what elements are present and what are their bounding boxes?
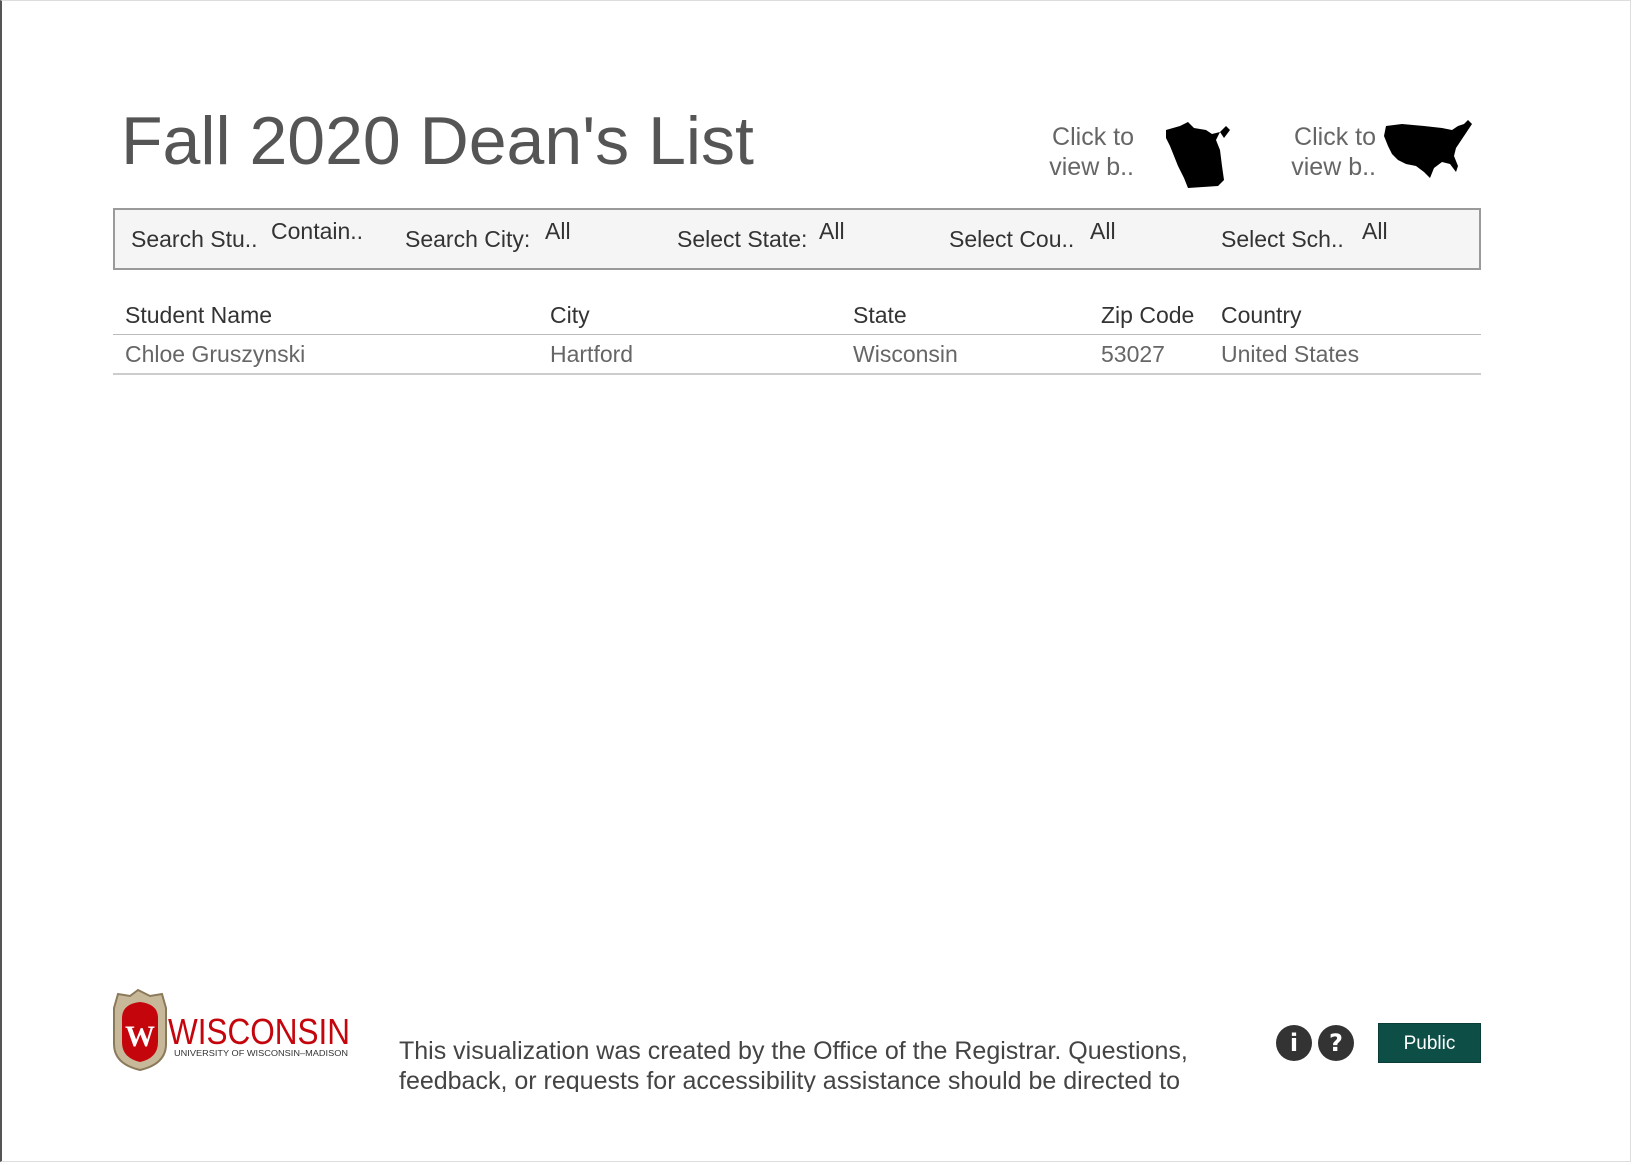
svg-text:W: W [125, 1020, 155, 1053]
filter-city-value[interactable]: All [545, 218, 571, 245]
filter-country-value[interactable]: All [1090, 218, 1116, 245]
column-header-country[interactable]: Country [1221, 300, 1302, 330]
view-by-usa-button[interactable]: Click to view b.. [1262, 116, 1476, 196]
filter-school-label: Select Sch.. [1221, 226, 1344, 252]
filter-country-label: Select Cou.. [949, 226, 1075, 252]
page-title: Fall 2020 Dean's List [121, 103, 754, 179]
cell-student-name: Chloe Gruszynski [125, 341, 306, 367]
filter-state-value[interactable]: All [819, 218, 845, 245]
column-header-city[interactable]: City [550, 300, 590, 330]
svg-text:UNIVERSITY OF WISCONSIN–MADISO: UNIVERSITY OF WISCONSIN–MADISON [174, 1049, 348, 1058]
table-row[interactable]: Chloe Gruszynski Hartford Wisconsin 5302… [113, 335, 1481, 375]
cell-city: Hartford [550, 341, 634, 367]
column-header-state[interactable]: State [853, 300, 907, 330]
public-button[interactable]: Public [1378, 1023, 1481, 1063]
view-by-wisconsin-label: Click to view b.. [1049, 123, 1134, 181]
filter-student-search[interactable]: Search Stu.. Contain.. [131, 210, 381, 268]
deans-list-table: Student Name City State Zip Code Country… [113, 298, 1481, 375]
help-icon[interactable]: ? [1318, 1025, 1354, 1061]
uw-crest-icon: W WISCONSIN UNIVERSITY OF WISCONSIN–MADI… [113, 988, 350, 1072]
footer-note: This visualization was created by the Of… [399, 1037, 1188, 1092]
filter-city-label: Search City: [405, 226, 531, 252]
uw-madison-logo: W WISCONSIN UNIVERSITY OF WISCONSIN–MADI… [110, 988, 360, 1072]
filter-bar: Search Stu.. Contain.. Search City: All … [113, 208, 1481, 270]
svg-text:WISCONSIN: WISCONSIN [168, 1011, 350, 1052]
cell-country: United States [1221, 341, 1360, 367]
filter-student-value[interactable]: Contain.. [271, 218, 363, 245]
wisconsin-map-icon [1166, 122, 1230, 188]
filter-state-label: Select State: [677, 226, 808, 252]
filter-student-label: Search Stu.. [131, 226, 258, 252]
column-header-zip-code[interactable]: Zip Code [1101, 300, 1194, 330]
filter-school-select[interactable]: Select Sch.. All [1221, 210, 1471, 268]
usa-map-icon [1384, 120, 1472, 178]
filter-city-search[interactable]: Search City: All [405, 210, 655, 268]
cell-zip-code: 53027 [1101, 341, 1165, 367]
column-header-student-name[interactable]: Student Name [125, 300, 272, 330]
view-by-wisconsin-button[interactable]: Click to view b.. [1034, 116, 1234, 196]
filter-school-value[interactable]: All [1362, 218, 1388, 245]
info-icon[interactable]: i [1276, 1025, 1312, 1061]
filter-state-select[interactable]: Select State: All [677, 210, 927, 268]
cell-state: Wisconsin [853, 341, 958, 367]
filter-country-select[interactable]: Select Cou.. All [949, 210, 1199, 268]
view-by-usa-label: Click to view b.. [1291, 123, 1376, 181]
table-header: Student Name City State Zip Code Country [113, 298, 1481, 335]
